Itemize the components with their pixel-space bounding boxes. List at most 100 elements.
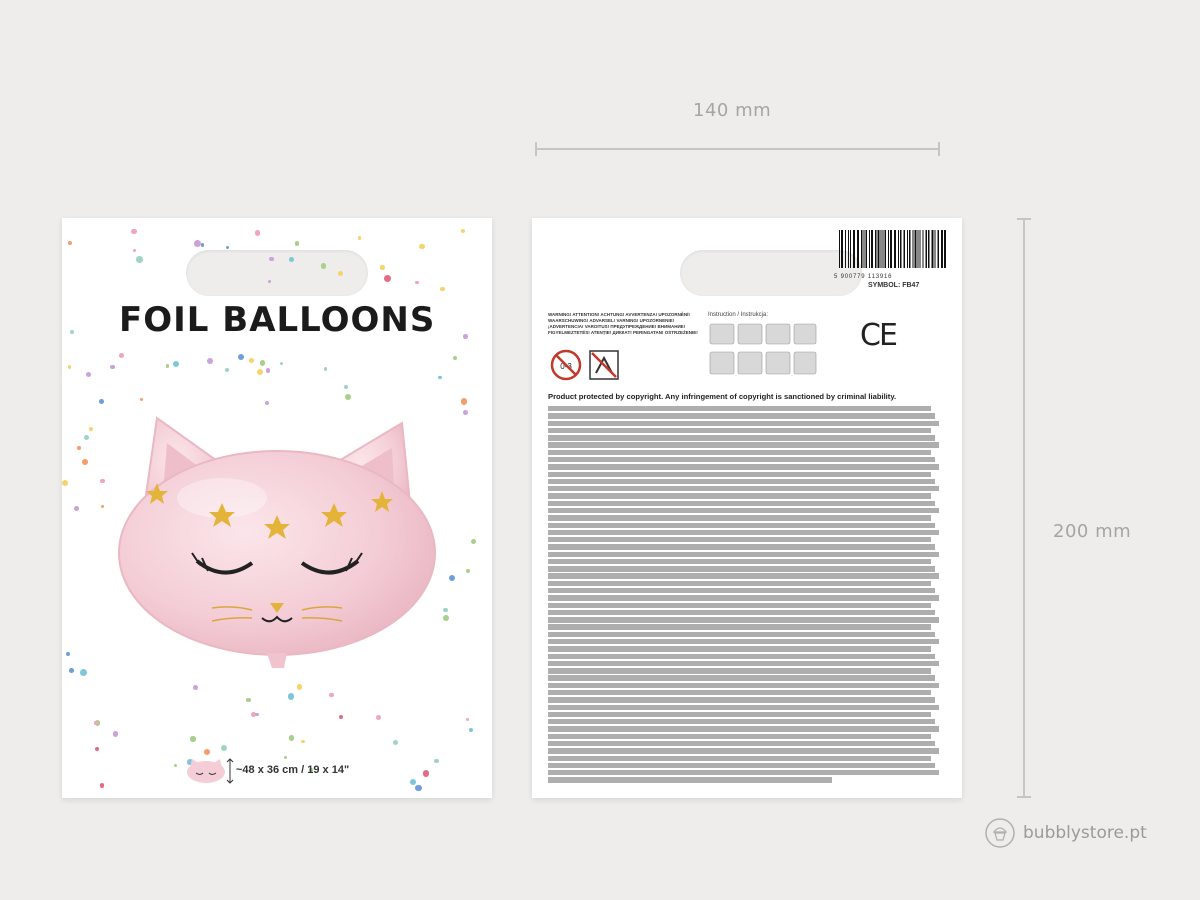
fine-print-line (548, 580, 932, 587)
fine-print-line (548, 646, 932, 652)
confetti-dot (283, 756, 288, 760)
fine-print-line (548, 631, 936, 638)
confetti-dot (448, 574, 455, 581)
confetti-dot (357, 236, 362, 240)
ce-mark: CE (860, 318, 898, 353)
confetti-dot (220, 744, 227, 751)
confetti-dot (438, 376, 442, 380)
confetti-dot (112, 731, 119, 738)
fine-print-line (548, 624, 932, 630)
confetti-dot (470, 538, 477, 545)
confetti-dot (193, 685, 199, 691)
fine-print-line (548, 777, 833, 783)
confetti-dot (323, 366, 328, 371)
product-title: FOIL BALLOONS (119, 300, 436, 340)
confetti-dot (415, 280, 419, 285)
confetti-dot (69, 330, 74, 335)
confetti-dot (69, 668, 74, 673)
confetti-dot (200, 243, 205, 247)
barcode-number: 5 900779 113916 (834, 274, 893, 280)
fine-print-line (548, 573, 940, 579)
height-dimension-label: 200 mm (1053, 521, 1132, 542)
instruction-title: Instruction / Instrukcja: (708, 312, 769, 318)
fine-print-line (548, 639, 940, 645)
confetti-dot (110, 364, 116, 370)
confetti-dot (85, 371, 91, 377)
fine-print-line (548, 522, 936, 528)
fine-print-line (548, 420, 940, 426)
confetti-dot (119, 353, 124, 359)
confetti-dot (132, 248, 137, 253)
confetti-dot (140, 398, 144, 402)
height-dimension-line (1017, 218, 1031, 798)
fine-print-line (548, 442, 940, 448)
confetti-dot (82, 458, 88, 465)
confetti-dot (203, 748, 210, 755)
confetti-dot (238, 353, 245, 361)
cat-size-icon (187, 759, 225, 783)
fine-print-line (548, 653, 936, 659)
copyright-notice: Product protected by copyright. Any infr… (548, 392, 897, 401)
fine-print-line (548, 697, 936, 703)
brand-watermark: bubblystore.pt (985, 818, 1147, 848)
confetti-dot (460, 398, 468, 405)
confetti-dot (375, 714, 382, 721)
confetti-dot (257, 368, 264, 375)
confetti-dot (410, 779, 417, 786)
confetti-dot (328, 692, 334, 698)
confetti-dot (249, 358, 255, 364)
confetti-dot (259, 360, 266, 366)
fine-print-line (548, 406, 932, 412)
confetti-dot (166, 364, 170, 368)
confetti-dot (225, 367, 230, 373)
confetti-dot (99, 782, 105, 788)
confetti-dot (320, 263, 327, 269)
confetti-dot (392, 740, 398, 746)
confetti-dot (460, 229, 466, 234)
confetti-dot (65, 651, 71, 657)
fine-print-line (548, 762, 936, 769)
confetti-dot (465, 717, 470, 722)
fine-print-line (548, 435, 936, 441)
confetti-dot (80, 668, 88, 676)
confetti-dot (379, 265, 385, 270)
fine-print-line (548, 748, 940, 754)
fine-print-line (548, 456, 936, 463)
confetti-dot (172, 360, 179, 367)
confetti-dot (465, 569, 471, 574)
width-dimension-label: 140 mm (693, 100, 772, 121)
fine-print-line (548, 689, 932, 696)
fine-print-line (548, 413, 936, 419)
confetti-dot (76, 445, 81, 450)
confetti-dot (100, 505, 104, 509)
confetti-dot (296, 684, 302, 690)
confetti-dot (190, 736, 196, 742)
fine-print-line (548, 617, 940, 623)
width-dimension-line (535, 142, 940, 156)
fine-print-line (548, 558, 932, 565)
confetti-dot (254, 230, 261, 236)
fine-print-line (548, 507, 940, 514)
fine-print-line (548, 427, 932, 434)
confetti-dot (301, 739, 305, 743)
fine-print-line (548, 588, 936, 594)
warning-header: WARNING! ATTENTION! ACHTUNG! AVVERTENZA!… (548, 312, 698, 335)
confetti-dot (442, 607, 448, 613)
confetti-dot (440, 286, 445, 292)
fine-print-line (548, 704, 940, 710)
fine-print-line (548, 500, 936, 507)
fine-print-line (548, 602, 932, 608)
fine-print-line (548, 544, 936, 550)
fine-print-line (548, 515, 932, 521)
fine-print-line (548, 668, 932, 674)
confetti-dot (136, 256, 143, 263)
confetti-dot (206, 357, 213, 364)
package-back: 5 900779 113916 SYMBOL: FB47 WARNING! AT… (532, 218, 962, 798)
fine-print-line (548, 726, 940, 732)
confetti-dot (288, 735, 294, 741)
confetti-dot (67, 365, 72, 369)
fine-print-line (548, 740, 936, 747)
confetti-dot (287, 693, 294, 700)
package-front: FOIL BALLOONS x1 (62, 218, 492, 798)
fine-print-line (548, 755, 932, 761)
